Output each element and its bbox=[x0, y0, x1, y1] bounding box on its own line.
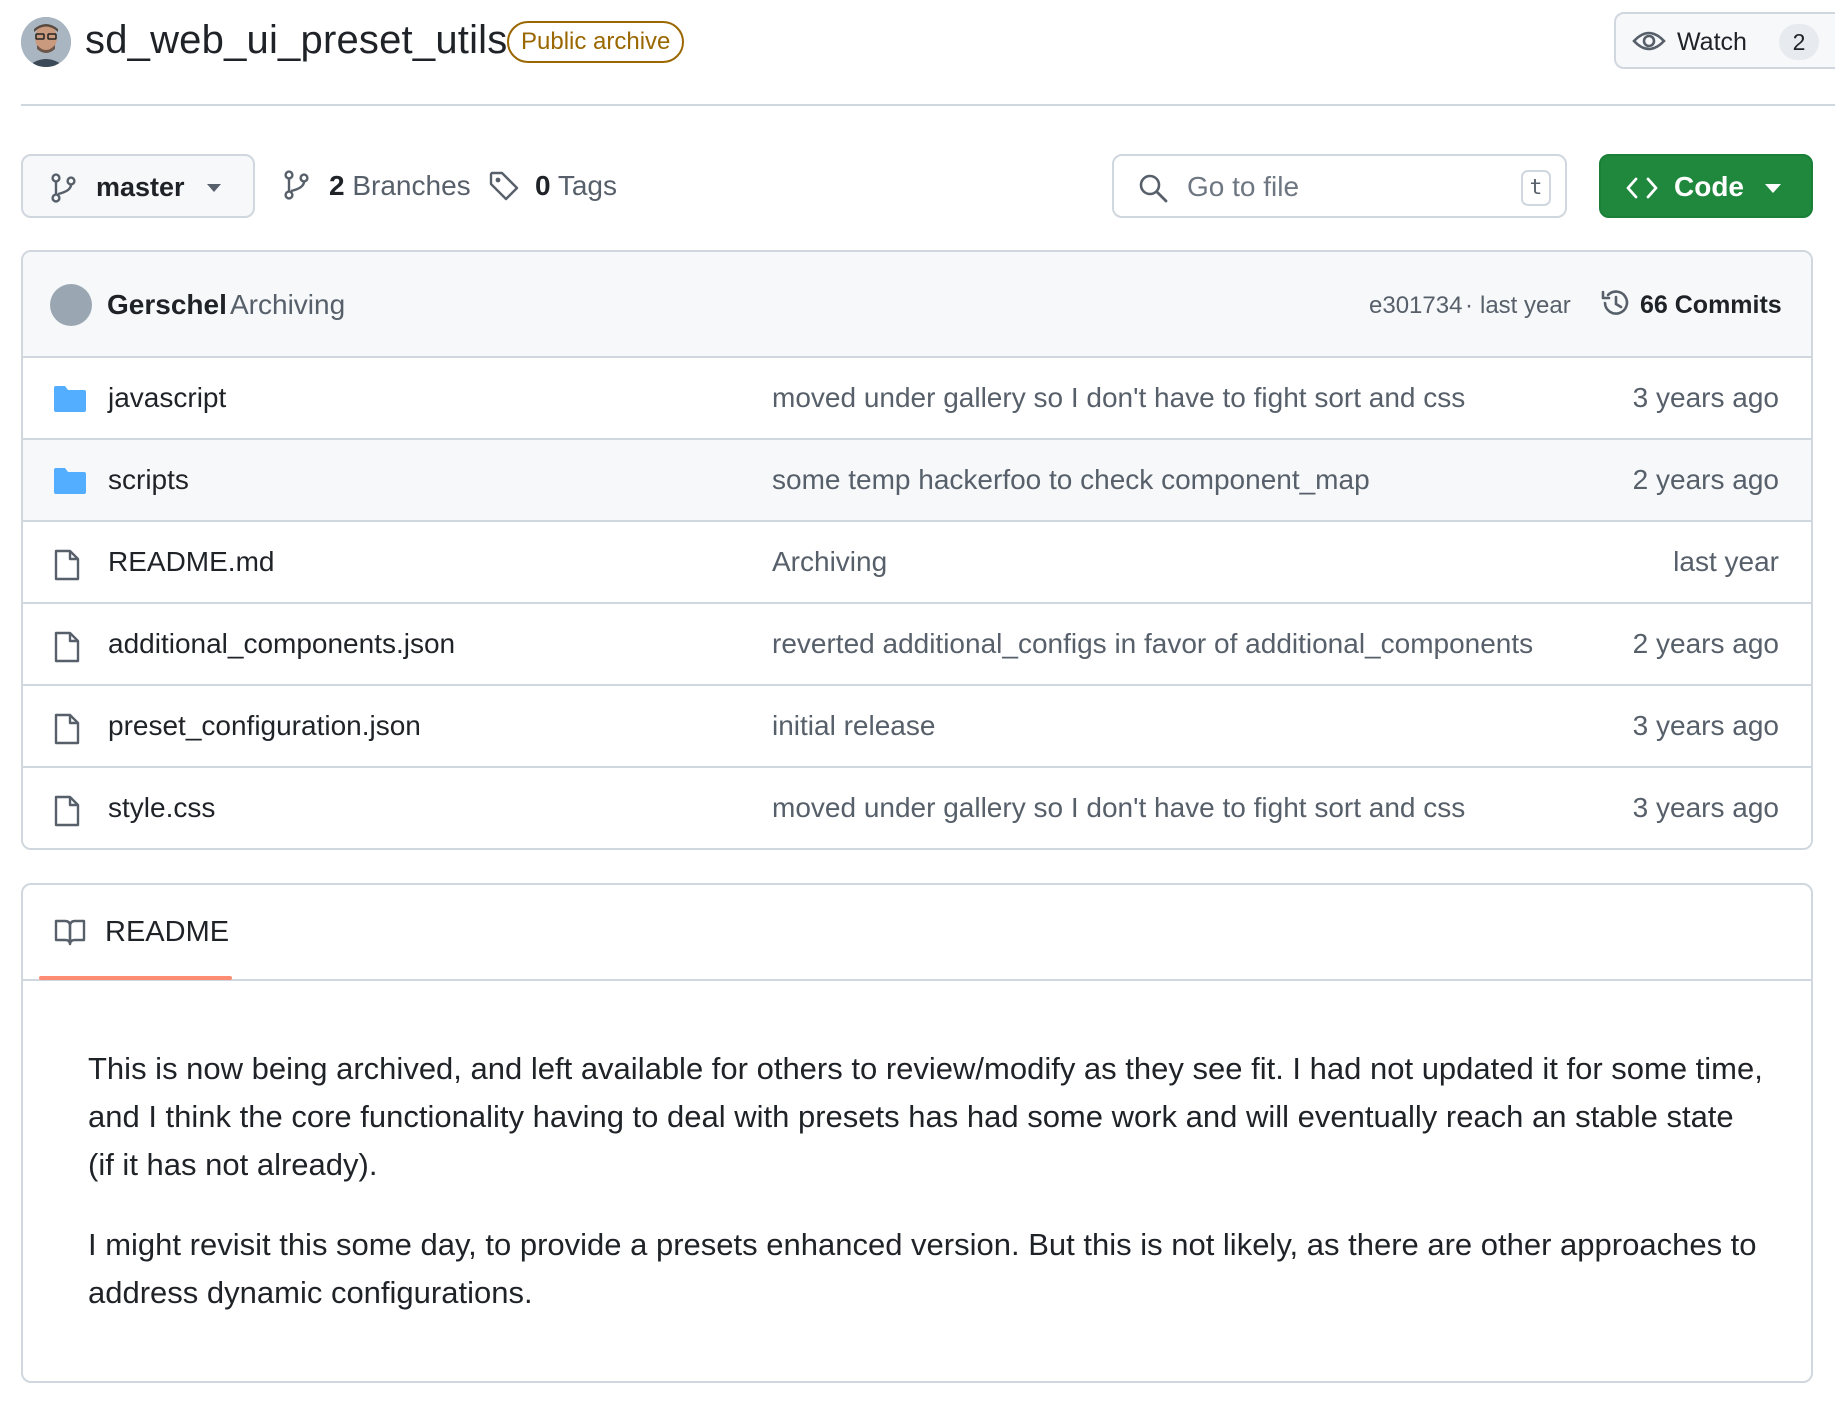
file-commit-age: 2 years ago bbox=[1632, 628, 1779, 659]
file-commit-age: last year bbox=[1673, 546, 1779, 577]
file-commit-age: 3 years ago bbox=[1632, 382, 1779, 413]
commit-author[interactable]: Gerschel bbox=[107, 289, 227, 321]
commits-link[interactable]: 66 Commits bbox=[1640, 291, 1782, 320]
readme-paragraph: I might revisit this some day, to provid… bbox=[88, 1227, 1757, 1310]
readme-content: This is now being archived, and left ava… bbox=[88, 1045, 1768, 1349]
file-name[interactable]: additional_components.json bbox=[108, 628, 455, 660]
tags-label: Tags bbox=[557, 170, 618, 201]
readme-paragraph: This is now being archived, and left ava… bbox=[88, 1051, 1763, 1182]
branches-link[interactable]: 2 Branches bbox=[329, 170, 471, 202]
code-label: Code bbox=[1674, 171, 1744, 202]
watch-count: 2 bbox=[1779, 24, 1819, 60]
public-archive-badge: Public archive bbox=[507, 21, 685, 63]
commit-time: last year bbox=[1480, 292, 1571, 319]
file-name[interactable]: scripts bbox=[108, 464, 189, 496]
file-icon bbox=[53, 631, 81, 668]
file-icon bbox=[53, 795, 81, 832]
readme-tab-label: README bbox=[105, 916, 230, 948]
file-icon bbox=[53, 713, 81, 750]
commit-message[interactable]: Archiving bbox=[230, 289, 345, 321]
go-to-file-input[interactable]: Go to file t bbox=[1112, 154, 1567, 218]
tags-link[interactable]: 0 Tags bbox=[535, 170, 617, 202]
branch-selector[interactable]: master bbox=[21, 154, 255, 218]
file-commit-message[interactable]: moved under gallery so I don't have to f… bbox=[772, 792, 1465, 824]
eye-icon bbox=[1632, 31, 1666, 51]
file-commit-message[interactable]: reverted additional_configs in favor of … bbox=[772, 628, 1533, 660]
chevron-down-icon bbox=[1765, 184, 1781, 193]
code-icon bbox=[1626, 177, 1658, 199]
file-icon bbox=[53, 549, 81, 586]
watch-button[interactable]: Watch 2 bbox=[1614, 12, 1835, 69]
file-name[interactable]: preset_configuration.json bbox=[108, 710, 421, 742]
chevron-down-icon bbox=[207, 184, 221, 192]
file-row[interactable]: javascript moved under gallery so I don't… bbox=[23, 358, 1811, 440]
file-commit-message[interactable]: some temp hackerfoo to check component_m… bbox=[772, 464, 1370, 496]
git-branch-icon bbox=[284, 170, 309, 200]
file-commit-message[interactable]: moved under gallery so I don't have to f… bbox=[772, 382, 1465, 414]
active-tab-indicator bbox=[39, 976, 232, 980]
readme-panel: README This is now being archived, and l… bbox=[21, 883, 1813, 1383]
readme-tab[interactable]: README bbox=[23, 885, 1811, 981]
file-commit-message[interactable]: Archiving bbox=[772, 546, 887, 578]
tag-icon bbox=[489, 171, 519, 201]
file-row[interactable]: preset_configuration.json initial release… bbox=[23, 686, 1811, 768]
keyboard-shortcut-hint: t bbox=[1521, 170, 1551, 206]
repo-header: sd_web_ui_preset_utils Public archive Wa… bbox=[21, 0, 1835, 106]
branches-label: Branches bbox=[352, 170, 471, 201]
file-row[interactable]: README.md Archiving last year bbox=[23, 522, 1811, 604]
commit-author-avatar[interactable] bbox=[50, 284, 92, 326]
file-browser: Gerschel Archiving e301734 · last year 6… bbox=[21, 250, 1813, 850]
file-row[interactable]: scripts some temp hackerfoo to check comp… bbox=[23, 440, 1811, 522]
file-name[interactable]: style.css bbox=[108, 792, 215, 824]
latest-commit-bar: Gerschel Archiving e301734 · last year 6… bbox=[23, 252, 1811, 358]
commit-sha[interactable]: e301734 bbox=[1369, 292, 1462, 320]
file-name[interactable]: javascript bbox=[108, 382, 226, 414]
git-branch-icon bbox=[51, 173, 76, 203]
branch-name: master bbox=[96, 172, 185, 202]
file-name[interactable]: README.md bbox=[108, 546, 274, 578]
history-icon bbox=[1601, 290, 1629, 315]
search-placeholder: Go to file bbox=[1187, 171, 1300, 202]
folder-icon bbox=[53, 385, 87, 418]
branches-count: 2 bbox=[329, 170, 345, 201]
file-commit-message[interactable]: initial release bbox=[772, 710, 935, 742]
file-commit-age: 3 years ago bbox=[1632, 710, 1779, 741]
commit-separator: · bbox=[1465, 292, 1473, 319]
search-icon bbox=[1139, 174, 1168, 203]
file-row[interactable]: additional_components.json reverted addit… bbox=[23, 604, 1811, 686]
watch-label: Watch bbox=[1677, 28, 1747, 56]
tags-count: 0 bbox=[535, 170, 551, 201]
book-icon bbox=[54, 919, 86, 946]
file-commit-age: 2 years ago bbox=[1632, 464, 1779, 495]
owner-avatar[interactable] bbox=[21, 17, 71, 67]
folder-icon bbox=[53, 467, 87, 500]
repo-name[interactable]: sd_web_ui_preset_utils bbox=[85, 18, 507, 63]
file-row[interactable]: style.css moved under gallery so I don't … bbox=[23, 768, 1811, 848]
file-commit-age: 3 years ago bbox=[1632, 792, 1779, 823]
code-button[interactable]: Code bbox=[1599, 154, 1813, 218]
